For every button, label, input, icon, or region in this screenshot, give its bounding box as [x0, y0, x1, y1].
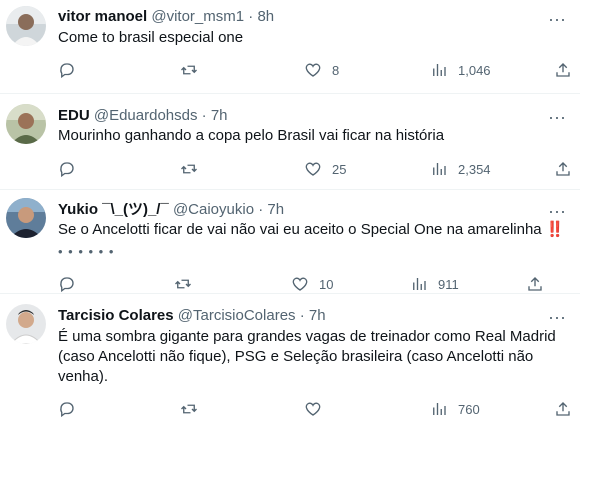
tweet-header: Yukio ¯\_(ツ)_/¯ @Caioyukio · 7h	[58, 201, 284, 219]
timestamp[interactable]: 7h	[309, 307, 326, 324]
tweet[interactable]: EDU @Eduardohsds · 7h ··· Mourinho ganha…	[0, 94, 580, 190]
views-button[interactable]: 911	[410, 273, 459, 295]
avatar[interactable]	[6, 304, 46, 344]
user-handle[interactable]: @Caioyukio	[173, 201, 254, 218]
tweet-text: É uma sombra gigante para grandes vagas …	[58, 328, 556, 385]
views-icon	[433, 64, 446, 76]
like-button[interactable]: 8	[304, 59, 339, 81]
double-exclamation-emoji: ‼️	[545, 221, 565, 238]
tweet-text: Mourinho ganhando a copa pelo Brasil vai…	[58, 127, 445, 144]
views-icon	[433, 403, 446, 415]
display-name[interactable]: vitor manoel	[58, 8, 147, 25]
views-icon	[413, 278, 426, 290]
like-button[interactable]: 25	[304, 158, 346, 180]
tweet-text-body: Se o Ancelotti ficar de vai não vai eu a…	[58, 221, 542, 238]
view-count: 1,046	[458, 62, 491, 78]
reply-button[interactable]	[58, 398, 86, 420]
retweet-icon	[181, 164, 197, 174]
reply-icon	[60, 402, 74, 418]
tweet[interactable]: Yukio ¯\_(ツ)_/¯ @Caioyukio · 7h ··· Se o…	[0, 190, 580, 294]
share-button[interactable]	[554, 59, 572, 81]
reply-icon	[60, 277, 74, 293]
retweet-icon	[181, 404, 197, 414]
avatar[interactable]	[6, 6, 46, 46]
heart-icon	[305, 63, 321, 77]
action-bar: 25 2,354	[58, 158, 578, 180]
tweet-text: Come to brasil especial one	[58, 29, 244, 46]
like-button[interactable]	[304, 398, 332, 420]
like-count: 25	[332, 161, 347, 177]
views-button[interactable]: 1,046	[430, 59, 491, 81]
tweet-header: Tarcisio Colares @TarcisioColares · 7h	[58, 307, 326, 325]
share-button[interactable]	[554, 398, 572, 420]
heart-icon	[305, 402, 321, 416]
action-bar: 760	[58, 398, 578, 420]
display-name[interactable]: Yukio ¯\_(ツ)_/¯	[58, 201, 169, 218]
heart-icon	[292, 277, 308, 291]
view-count: 760	[458, 401, 480, 417]
view-count: 911	[438, 276, 459, 292]
user-handle[interactable]: @vitor_msm1	[151, 8, 244, 25]
user-handle[interactable]: @TarcisioColares	[178, 307, 296, 324]
separator-dot: ·	[299, 307, 305, 324]
retweet-button[interactable]	[180, 59, 208, 81]
display-name[interactable]: EDU	[58, 107, 90, 124]
views-button[interactable]: 2,354	[430, 158, 491, 180]
tweet[interactable]: vitor manoel @vitor_msm1 · 8h ··· Come t…	[0, 0, 580, 94]
reply-button[interactable]	[58, 59, 86, 81]
view-count: 2,354	[458, 161, 491, 177]
views-button[interactable]: 760	[430, 398, 480, 420]
retweet-button[interactable]	[180, 158, 208, 180]
display-name[interactable]: Tarcisio Colares	[58, 307, 174, 324]
separator-dot: ·	[258, 201, 264, 218]
action-bar: 10 911	[58, 273, 578, 295]
tweet-header: vitor manoel @vitor_msm1 · 8h	[58, 8, 274, 26]
avatar[interactable]	[6, 104, 46, 144]
views-icon	[433, 163, 446, 175]
more-options-icon[interactable]: ···	[548, 108, 566, 126]
share-icon	[556, 63, 570, 77]
share-icon	[556, 162, 570, 176]
heart-icon	[305, 162, 321, 176]
timestamp[interactable]: 7h	[211, 107, 228, 124]
more-options-icon[interactable]: ···	[548, 202, 566, 220]
timestamp[interactable]: 7h	[267, 201, 284, 218]
retweet-icon	[175, 279, 191, 289]
reply-button[interactable]	[58, 273, 86, 295]
reply-button[interactable]	[58, 158, 86, 180]
more-options-icon[interactable]: ···	[548, 10, 566, 28]
separator-dot: ·	[248, 8, 254, 25]
share-icon	[556, 402, 570, 416]
like-button[interactable]: 10	[291, 273, 333, 295]
reply-icon	[60, 63, 74, 79]
user-handle[interactable]: @Eduardohsds	[94, 107, 198, 124]
tweet-text: Se o Ancelotti ficar de vai não vai eu a…	[58, 220, 568, 240]
tweet-header: EDU @Eduardohsds · 7h	[58, 107, 228, 125]
retweet-button[interactable]	[180, 398, 208, 420]
like-count: 8	[332, 62, 340, 78]
more-options-icon[interactable]: ···	[548, 308, 566, 326]
timestamp[interactable]: 8h	[257, 8, 274, 25]
action-bar: 8 1,046	[58, 59, 578, 81]
retweet-button[interactable]	[174, 273, 202, 295]
share-button[interactable]	[526, 273, 544, 295]
like-count: 10	[319, 276, 334, 292]
share-button[interactable]	[554, 158, 572, 180]
share-icon	[528, 277, 542, 291]
avatar[interactable]	[6, 198, 46, 238]
reply-icon	[60, 162, 74, 178]
ellipsis-emoji: • • • • • •	[58, 244, 115, 259]
tweet[interactable]: Tarcisio Colares @TarcisioColares · 7h ·…	[0, 294, 580, 434]
retweet-icon	[181, 65, 197, 75]
separator-dot: ·	[201, 107, 207, 124]
